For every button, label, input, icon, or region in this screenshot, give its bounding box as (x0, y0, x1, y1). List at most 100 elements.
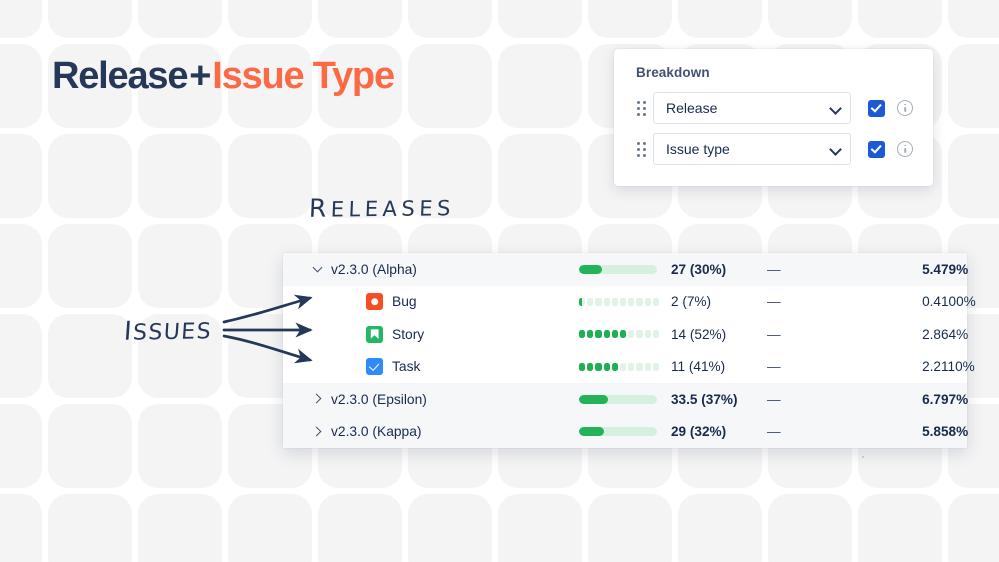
chevron-down-icon (830, 144, 841, 155)
info-circle-icon[interactable] (897, 100, 913, 116)
background-tile (0, 0, 42, 38)
release-dropdown[interactable]: Release (653, 92, 851, 124)
progress-segment (644, 362, 651, 371)
background-tile (768, 0, 852, 38)
row-count: 27 (30%) (671, 261, 727, 277)
progress-segment (579, 330, 586, 339)
progress-segment (595, 362, 602, 371)
background-tile (588, 494, 672, 562)
progress-segment (636, 330, 643, 339)
release-dropdown-value: Release (666, 100, 718, 116)
row-count: 14 (52%) (671, 326, 727, 342)
background-tile (858, 0, 942, 38)
issue-type-dropdown[interactable]: Issue type (653, 133, 851, 165)
chevron-right-icon (313, 394, 323, 404)
background-tile (0, 134, 42, 218)
progress-bar (579, 264, 657, 274)
breakdown-table: v2.3.0 (Alpha) 27 (30%) — 5.4 79% Bug 2 (7%) — 0… (283, 253, 976, 448)
background-tile (48, 134, 132, 218)
annotation-issues: ISSUES (123, 315, 213, 347)
progress-segment (611, 362, 618, 371)
page-title: Release+Issue Type (52, 55, 395, 98)
row-dash: — (767, 326, 781, 342)
expand-toggle-collapsed[interactable] (283, 427, 331, 437)
arrow-to-bug (222, 294, 313, 324)
background-tile (498, 44, 582, 128)
progress-segment (587, 330, 594, 339)
background-tile (48, 314, 132, 398)
row-number: 5.8 (922, 424, 941, 440)
progress-segment (603, 362, 610, 371)
background-tile (138, 494, 222, 562)
progress-bar-segmented (579, 297, 659, 306)
table-row[interactable]: v2.3.0 (Epsilon) 33.5 (37%) — 6.7 97% (283, 383, 968, 416)
progress-bar (579, 427, 657, 437)
row-number: 6.7 (922, 391, 941, 407)
expand-toggle-collapsed[interactable] (283, 394, 331, 404)
expand-toggle-expanded[interactable] (283, 264, 331, 274)
row-percent: 64% (941, 326, 969, 342)
background-tile (0, 224, 42, 308)
background-tile (318, 494, 402, 562)
background-tile (768, 494, 852, 562)
progress-segment (628, 330, 635, 339)
background-tile (228, 494, 312, 562)
progress-bar-fill (579, 427, 604, 437)
progress-segment (587, 362, 594, 371)
progress-segment (587, 297, 594, 306)
background-tile (228, 0, 312, 38)
annotation-issues-rest: SSUES (132, 319, 213, 346)
info-circle-icon[interactable] (897, 141, 913, 157)
table-row[interactable]: Bug 2 (7%) — 0.4 100% (283, 285, 976, 318)
row-number: 0.4 (922, 294, 941, 310)
task-icon (366, 358, 383, 376)
row-label: Task (392, 359, 421, 375)
row-label: v2.3.0 (Epsilon) (331, 391, 427, 407)
progress-segment (644, 330, 651, 339)
background-tile (408, 44, 492, 128)
progress-segment (595, 330, 602, 339)
row-percent: 100% (941, 294, 976, 310)
progress-segment (611, 330, 618, 339)
row-number: 2.2 (922, 359, 941, 375)
progress-segment (595, 297, 602, 306)
progress-segment (611, 297, 618, 306)
release-checkbox[interactable] (868, 99, 885, 117)
progress-bar-cell (579, 330, 665, 339)
background-tile (48, 494, 132, 562)
row-percent: 97% (941, 391, 969, 407)
page-title-release: Release (52, 55, 188, 97)
progress-bar-cell (579, 362, 665, 371)
row-name-cell: v2.3.0 (Epsilon) (331, 392, 579, 407)
annotation-releases: RELEASES (308, 192, 455, 223)
background-tile (498, 134, 582, 218)
progress-bar-fill (579, 394, 608, 404)
background-tile (948, 44, 999, 128)
row-percent: 79% (941, 261, 969, 277)
background-tile (138, 404, 222, 488)
progress-bar-segmented (579, 362, 659, 371)
table-row[interactable]: v2.3.0 (Kappa) 29 (32%) — 5.8 58% (283, 415, 968, 448)
background-tile (48, 224, 132, 308)
progress-bar-cell (579, 394, 665, 404)
table-row[interactable]: v2.3.0 (Alpha) 27 (30%) — 5.4 79% (283, 253, 968, 286)
progress-bar (579, 394, 657, 404)
progress-bar-segmented (579, 330, 659, 339)
background-tile (948, 134, 999, 218)
background-tile (138, 224, 222, 308)
row-number: 2.8 (922, 326, 941, 342)
progress-bar-cell (579, 264, 665, 274)
table-row[interactable]: Task 11 (41%) — 2.2 110% (283, 350, 975, 383)
issue-type-checkbox[interactable] (868, 140, 885, 158)
background-tile (0, 404, 42, 488)
row-name-cell: v2.3.0 (Kappa) (331, 424, 579, 439)
progress-bar-cell (579, 297, 665, 306)
annotation-releases-rest: ELEASES (330, 196, 456, 222)
decorative-dot (862, 456, 864, 458)
table-row[interactable]: Story 14 (52%) — 2.8 64% (283, 318, 968, 351)
drag-dots-icon[interactable] (634, 97, 648, 119)
drag-dots-icon[interactable] (634, 138, 648, 160)
background-tile (948, 494, 999, 562)
row-count: 33.5 (37%) (671, 391, 738, 407)
progress-segment (652, 297, 659, 306)
